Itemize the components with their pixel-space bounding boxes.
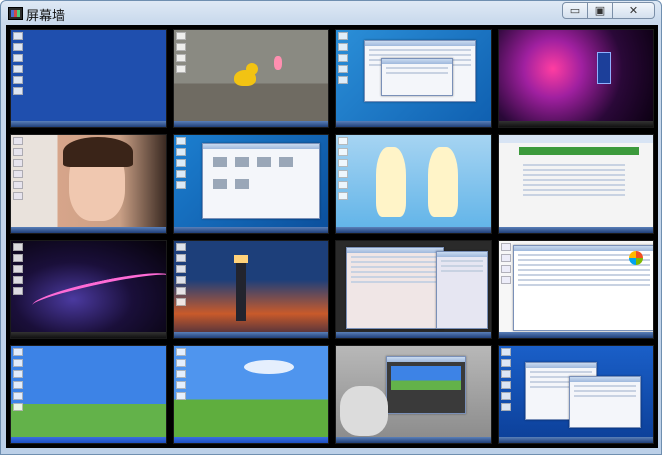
window-controls: ▭ ▣ ✕ [562, 2, 655, 19]
tile-lenovo-desktop[interactable] [497, 344, 654, 444]
tile-win7-dialogs[interactable] [335, 29, 492, 129]
screen-wall-grid [6, 25, 658, 448]
tile-swirl-abstract[interactable] [10, 239, 167, 339]
close-button[interactable]: ✕ [612, 2, 655, 19]
window-title: 屏幕墙 [26, 8, 66, 23]
tile-xp-bliss-2[interactable] [172, 344, 329, 444]
tile-web-page[interactable] [497, 134, 654, 234]
tile-anime-twins[interactable] [335, 134, 492, 234]
tile-busy-desktop[interactable] [335, 239, 492, 339]
tile-win7-devices[interactable] [172, 134, 329, 234]
tile-system-properties[interactable] [497, 239, 654, 339]
screen-wall-window: 屏幕墙 ▭ ▣ ✕ [0, 0, 662, 455]
minimize-icon: ▭ [569, 5, 581, 17]
minimize-button[interactable]: ▭ [562, 2, 588, 19]
screen-wall-app-icon [8, 7, 23, 20]
maximize-button[interactable]: ▣ [587, 2, 613, 19]
tile-blue-desktop[interactable] [10, 29, 167, 129]
tile-robot-windows[interactable] [335, 344, 492, 444]
title-bar[interactable]: 屏幕墙 ▭ ▣ ✕ [1, 1, 661, 25]
tile-xp-bliss-1[interactable] [10, 344, 167, 444]
close-icon: ✕ [628, 5, 639, 17]
tile-lighthouse[interactable] [172, 239, 329, 339]
tile-girl-portrait[interactable] [10, 134, 167, 234]
tile-galaxy-tardis[interactable] [497, 29, 654, 129]
maximize-icon: ▣ [594, 5, 606, 17]
tile-rubber-duck[interactable] [172, 29, 329, 129]
